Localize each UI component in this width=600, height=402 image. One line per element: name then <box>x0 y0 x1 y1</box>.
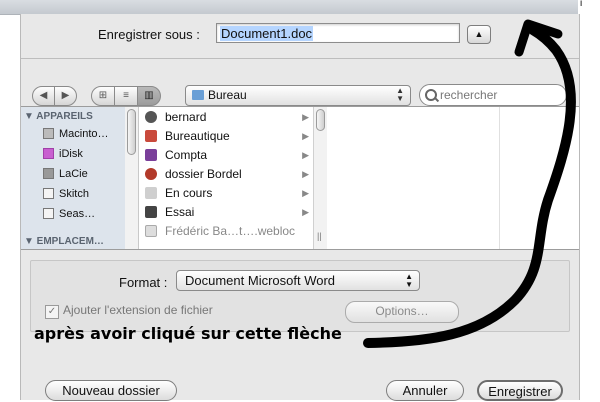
app-folder-icon <box>145 130 157 142</box>
forward-button[interactable]: ▶ <box>54 86 77 106</box>
disk-image-icon <box>43 188 54 199</box>
new-folder-button[interactable]: Nouveau dossier <box>45 380 177 401</box>
sidebar: ▼ APPAREILS Macinto… iDisk LaCie ⏏ Skitc… <box>21 107 137 249</box>
disclosure-arrow-icon: ▶ <box>302 207 309 217</box>
folder-icon <box>145 168 157 180</box>
idisk-icon <box>43 148 54 159</box>
window-titlebar <box>0 0 578 15</box>
disk-image-icon <box>43 208 54 219</box>
webloc-icon <box>145 225 157 237</box>
sidebar-item-label: iDisk <box>59 148 83 160</box>
file-name: Bureautique <box>165 129 230 143</box>
hard-disk-icon <box>43 128 54 139</box>
filename-value: Document1.doc <box>220 26 314 41</box>
sidebar-item-label: Macinto… <box>59 128 109 140</box>
search-input[interactable]: rechercher <box>419 84 567 106</box>
icon-view-button[interactable]: ⊞ <box>91 86 115 106</box>
file-name: Essai <box>165 205 195 219</box>
save-as-label: Enregistrer sous : <box>98 27 200 42</box>
format-value: Document Microsoft Word <box>185 273 336 288</box>
list-item[interactable]: bernard ▶ <box>145 108 309 127</box>
format-select[interactable]: Document Microsoft Word ▲ ▼ <box>176 270 420 291</box>
disclosure-arrow-icon: ▶ <box>302 169 309 179</box>
file-column: bernard ▶ Bureautique ▶ Compta ▶ dossier Bo… <box>139 107 313 249</box>
cancel-button[interactable]: Annuler <box>386 380 464 401</box>
column-view-button[interactable]: ▥ <box>137 86 161 106</box>
list-item[interactable]: Frédéric Ba…t….webloc <box>145 222 309 241</box>
save-dialog: Enregistrer sous : Document1.doc ▲ ◀ ▶ ⊞… <box>20 14 580 401</box>
list-item[interactable]: En cours ▶ <box>145 184 309 203</box>
sidebar-section-devices[interactable]: ▼ APPAREILS <box>24 111 93 122</box>
sidebar-item-seagate[interactable]: Seas… ⏏ <box>43 208 137 220</box>
home-folder-icon <box>145 111 157 123</box>
sidebar-item-macintosh[interactable]: Macinto… <box>43 128 127 140</box>
save-button[interactable]: Enregistrer <box>477 380 563 401</box>
file-name: En cours <box>165 186 213 200</box>
format-options-panel: Format : Document Microsoft Word ▲ ▼ ✓ Aj… <box>30 260 570 332</box>
external-disk-icon <box>43 168 54 179</box>
extension-checkbox[interactable]: ✓ <box>45 305 59 319</box>
options-button[interactable]: Options… <box>345 301 459 323</box>
expand-dialog-button[interactable]: ▲ <box>467 25 491 44</box>
back-button[interactable]: ◀ <box>32 86 55 106</box>
folder-icon <box>192 90 204 100</box>
sidebar-item-idisk[interactable]: iDisk <box>43 148 127 160</box>
disclosure-arrow-icon: ▶ <box>302 131 309 141</box>
folder-icon <box>145 187 157 199</box>
sidebar-item-skitch[interactable]: Skitch ⏏ <box>43 188 137 200</box>
extension-checkbox-label: Ajouter l'extension de fichier <box>63 303 213 317</box>
folder-icon <box>145 149 157 161</box>
format-label: Format : <box>119 275 168 290</box>
list-view-button[interactable]: ≡ <box>114 86 138 106</box>
list-item[interactable]: dossier Bordel ▶ <box>145 165 309 184</box>
corner-text: i <box>580 0 583 9</box>
disclosure-arrow-icon: ▶ <box>302 112 309 122</box>
sidebar-item-lacie[interactable]: LaCie ⏏ <box>43 168 137 180</box>
file-name: bernard <box>165 110 207 124</box>
column-divider <box>499 107 500 249</box>
sidebar-item-label: Skitch <box>59 188 89 200</box>
folder-icon <box>145 206 157 218</box>
search-icon <box>425 89 437 101</box>
sidebar-section-places[interactable]: ▼ EMPLACEM… <box>24 236 104 247</box>
popup-arrows-icon: ▲ ▼ <box>405 272 413 289</box>
filename-input[interactable]: Document1.doc <box>216 23 460 43</box>
scroll-thumb[interactable] <box>127 109 136 155</box>
sidebar-scrollbar[interactable] <box>125 107 139 249</box>
list-item[interactable]: Bureautique ▶ <box>145 127 309 146</box>
save-as-row: Enregistrer sous : Document1.doc ▲ <box>21 14 579 58</box>
list-item[interactable]: Essai ▶ <box>145 203 309 222</box>
file-name: Compta <box>165 148 208 162</box>
empty-column <box>327 107 579 249</box>
location-popup[interactable]: Bureau ▲ ▼ <box>185 85 411 106</box>
location-value: Bureau <box>208 88 247 102</box>
search-placeholder: rechercher <box>440 88 498 102</box>
scroll-thumb[interactable] <box>316 109 325 131</box>
file-name: dossier Bordel <box>165 167 242 181</box>
sidebar-item-label: LaCie <box>59 168 88 180</box>
disclosure-arrow-icon: ▶ <box>302 150 309 160</box>
popup-arrows-icon: ▲ ▼ <box>396 86 404 103</box>
file-name: Frédéric Ba…t….webloc <box>165 224 296 238</box>
handwritten-annotation: après avoir cliqué sur cette flèche <box>34 324 342 343</box>
disclosure-arrow-icon: ▶ <box>302 188 309 198</box>
list-item[interactable]: Compta ▶ <box>145 146 309 165</box>
file-browser: ▼ APPAREILS Macinto… iDisk LaCie ⏏ Skitc… <box>21 106 579 250</box>
column-resize-icon[interactable]: || <box>317 231 322 241</box>
sidebar-item-label: Seas… <box>59 208 96 220</box>
